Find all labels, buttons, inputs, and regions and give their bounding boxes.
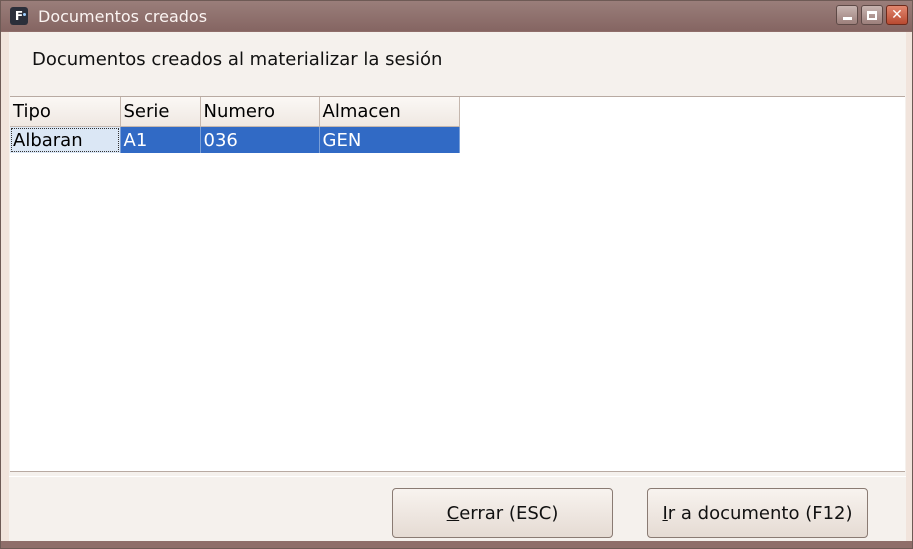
- dialog-body: Documentos creados al materializar la se…: [9, 32, 906, 541]
- table-row[interactable]: Albaran A1 036 GEN: [10, 126, 460, 153]
- window-title: Documentos creados: [38, 6, 208, 26]
- cell-tipo[interactable]: Albaran: [10, 126, 121, 153]
- window-right-border: [906, 32, 912, 541]
- window-left-border: [1, 32, 9, 541]
- cell-serie[interactable]: A1: [120, 126, 201, 153]
- column-header-numero[interactable]: Numero: [200, 97, 320, 127]
- minimize-icon: [843, 17, 852, 20]
- close-button-mnemonic: C: [446, 502, 460, 524]
- cell-almacen[interactable]: GEN: [319, 126, 460, 153]
- go-to-document-button[interactable]: Ir a documento (F12): [647, 488, 868, 538]
- close-icon: ✕: [891, 7, 903, 23]
- dialog-window: F Documentos creados ✕ Documentos creado…: [0, 0, 913, 549]
- cell-numero[interactable]: 036: [200, 126, 320, 153]
- footer-divider: [9, 476, 906, 477]
- close-button-label: errar (ESC): [459, 502, 559, 524]
- app-logo-icon[interactable]: F: [10, 7, 28, 25]
- close-esc-button[interactable]: Cerrar (ESC): [392, 488, 613, 538]
- maximize-button[interactable]: [861, 5, 883, 25]
- maximize-icon: [867, 10, 877, 20]
- column-header-tipo[interactable]: Tipo: [10, 97, 121, 127]
- column-header-serie[interactable]: Serie: [120, 97, 201, 127]
- dialog-heading: Documentos creados al materializar la se…: [32, 49, 443, 70]
- title-bar[interactable]: F Documentos creados ✕: [1, 1, 912, 31]
- minimize-button[interactable]: [836, 5, 858, 25]
- app-logo-letter: F: [14, 9, 24, 23]
- documents-table: Tipo Serie Numero Almacen Albaran A1 036…: [10, 97, 460, 153]
- window-controls: ✕: [836, 5, 908, 25]
- app-logo-dot: [23, 13, 26, 16]
- goto-button-label: r a documento (F12): [667, 502, 853, 524]
- documents-grid[interactable]: Tipo Serie Numero Almacen Albaran A1 036…: [10, 96, 905, 472]
- grid-header-row: Tipo Serie Numero Almacen: [10, 97, 460, 127]
- close-window-button[interactable]: ✕: [886, 5, 908, 25]
- column-header-almacen[interactable]: Almacen: [319, 97, 460, 127]
